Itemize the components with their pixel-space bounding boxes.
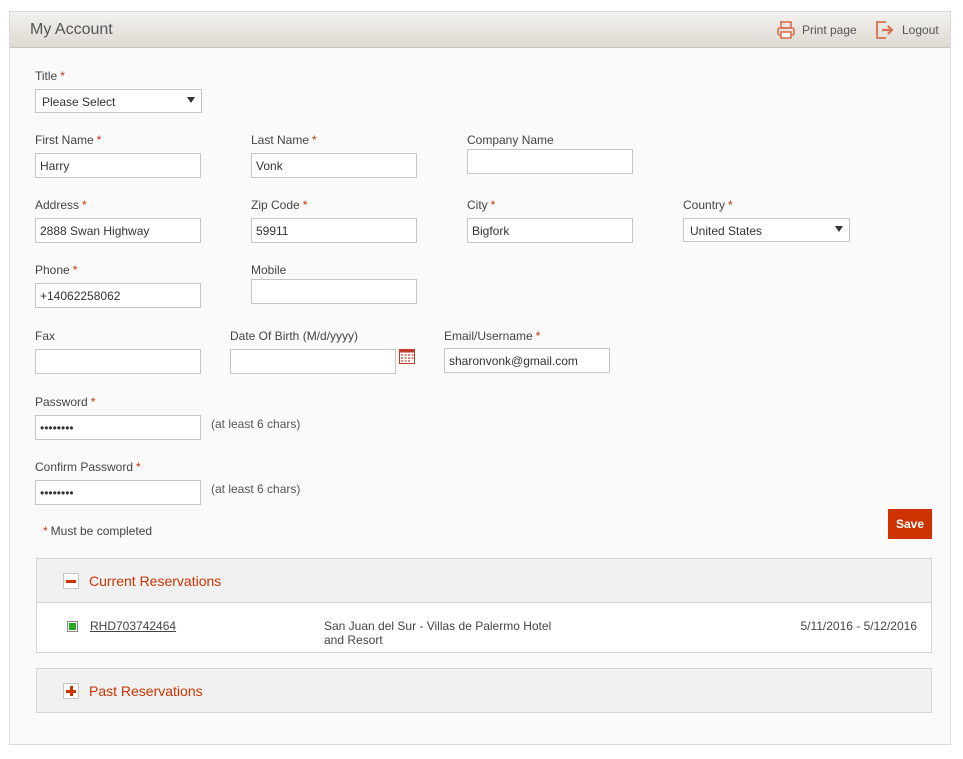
password-input[interactable] [35,415,201,440]
email-input[interactable] [444,348,610,373]
reservation-dates: 5/11/2016 - 5/12/2016 [800,619,917,633]
print-page-button[interactable]: Print page [776,18,857,42]
expand-icon[interactable] [63,683,79,699]
address-label: Address * [35,198,87,212]
dob-label: Date Of Birth (M/d/yyyy) [230,329,359,343]
mobile-input[interactable] [251,279,417,304]
status-active-icon [67,621,78,632]
logout-label: Logout [902,23,939,37]
company-name-input[interactable] [467,149,633,174]
past-reservations-title: Past Reservations [89,683,203,699]
fax-input[interactable] [35,349,201,374]
mobile-label: Mobile [251,263,287,277]
title-select[interactable]: Please Select [35,89,202,113]
last-name-input[interactable] [251,153,417,178]
chevron-down-icon [835,226,843,232]
first-name-input[interactable] [35,153,201,178]
logout-icon [876,21,894,39]
past-reservations-section: Past Reservations [36,668,932,713]
email-label: Email/Username * [444,329,541,343]
phone-label: Phone * [35,263,78,277]
logout-button[interactable]: Logout [874,18,939,42]
page-title: My Account [30,21,113,38]
save-button[interactable]: Save [888,509,932,539]
password-label: Password * [35,395,96,409]
calendar-icon[interactable] [399,349,415,364]
fax-label: Fax [35,329,56,343]
phone-input[interactable] [35,283,201,308]
city-label: City * [467,198,496,212]
title-label: Title * [35,69,65,83]
past-reservations-header[interactable]: Past Reservations [37,669,931,712]
country-label: Country * [683,198,733,212]
company-name-label: Company Name [467,133,554,147]
current-reservations-header[interactable]: Current Reservations [37,559,931,602]
last-name-label: Last Name * [251,133,317,147]
confirm-password-input[interactable] [35,480,201,505]
current-reservations-section: Current Reservations RHD703742464 San Ju… [36,558,932,653]
first-name-label: First Name * [35,133,102,147]
address-input[interactable] [35,218,201,243]
my-account-panel: My Account Print page Logout Title * Plea… [9,11,951,745]
required-note: * Must be completed [43,524,153,538]
reservation-code-link[interactable]: RHD703742464 [90,619,176,633]
country-select[interactable]: United States [683,218,850,242]
country-select-value: United States [690,224,763,238]
printer-icon [777,21,795,39]
panel-header: My Account Print page Logout [10,12,950,48]
confirm-password-hint: (at least 6 chars) [211,482,301,496]
print-page-label: Print page [802,23,857,37]
title-select-value: Please Select [42,95,116,109]
city-input[interactable] [467,218,633,243]
password-hint: (at least 6 chars) [211,417,301,431]
chevron-down-icon [187,97,195,103]
zip-code-label: Zip Code * [251,198,308,212]
current-reservations-title: Current Reservations [89,573,222,589]
confirm-password-label: Confirm Password * [35,460,141,474]
reservation-row: RHD703742464 San Juan del Sur - Villas d… [37,602,931,652]
reservation-hotel: San Juan del Sur - Villas de Palermo Hot… [324,619,552,647]
collapse-icon[interactable] [63,573,79,589]
zip-code-input[interactable] [251,218,417,243]
dob-input[interactable] [230,349,396,374]
